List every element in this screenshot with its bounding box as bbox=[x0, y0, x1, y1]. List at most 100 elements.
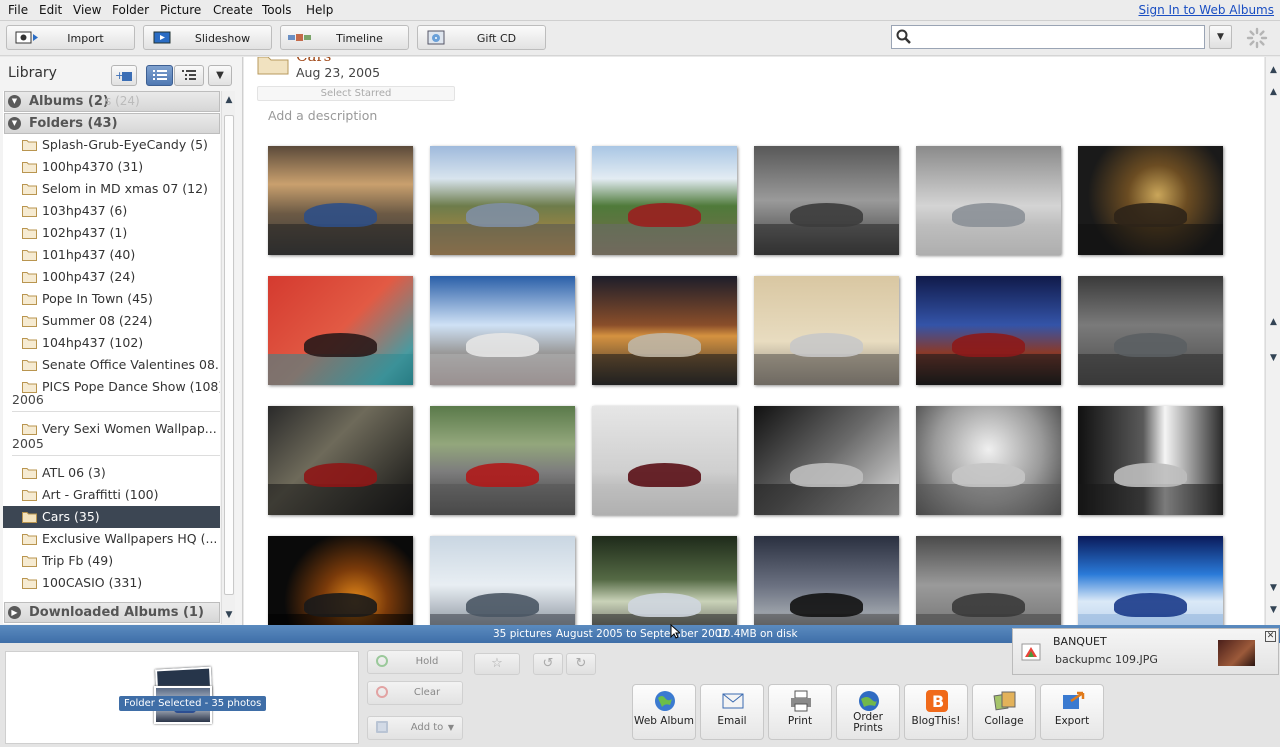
blogthis-button[interactable]: B BlogThis! bbox=[904, 684, 968, 740]
menu-help[interactable]: Help bbox=[306, 3, 333, 17]
scroll-up-icon[interactable]: ▲ bbox=[1268, 87, 1279, 97]
photo-thumbnail-hotrod[interactable] bbox=[592, 406, 737, 515]
photo-thumbnail-white-racer[interactable] bbox=[430, 276, 575, 385]
photo-thumbnail-aston-martin-sunset[interactable] bbox=[268, 146, 413, 255]
folder-row[interactable]: 102hp437 (1) bbox=[3, 222, 220, 244]
folder-title[interactable]: Cars bbox=[296, 57, 331, 65]
photo-thumbnail-le-mans-prototype[interactable] bbox=[430, 536, 575, 625]
add-to-button[interactable]: Add to ▼ bbox=[367, 716, 463, 740]
menu-file[interactable]: File bbox=[8, 3, 28, 17]
photo-thumbnail-red-car-motion[interactable] bbox=[592, 146, 737, 255]
menu-edit[interactable]: Edit bbox=[39, 3, 62, 17]
scroll-down-icon[interactable]: ▼ bbox=[1268, 583, 1279, 593]
timeline-button[interactable]: Timeline bbox=[280, 25, 409, 50]
import-button[interactable]: Import bbox=[6, 25, 135, 50]
thumbnail-car-shape bbox=[790, 462, 863, 487]
folder-row[interactable]: Exclusive Wallpapers HQ (... bbox=[3, 528, 220, 550]
photo-thumbnail-dusk-sportscar[interactable] bbox=[592, 276, 737, 385]
close-icon[interactable]: ✕ bbox=[1265, 631, 1276, 642]
folder-row[interactable]: Cars (35) bbox=[3, 506, 220, 528]
description-field[interactable]: Add a description bbox=[268, 108, 377, 123]
scroll-down-icon[interactable]: ▼ bbox=[224, 610, 234, 620]
search-input[interactable] bbox=[891, 25, 1205, 49]
collage-button[interactable]: Collage bbox=[972, 684, 1036, 740]
photo-thumbnail-bronco-concept[interactable] bbox=[754, 146, 899, 255]
folder-row[interactable]: 101hp437 (40) bbox=[3, 244, 220, 266]
folder-row[interactable]: Splash-Grub-EyeCandy (5) bbox=[3, 134, 220, 156]
menu-create[interactable]: Create bbox=[213, 3, 253, 17]
scroll-bottom-icon[interactable]: ▼ bbox=[1268, 605, 1279, 615]
folders-section-header[interactable]: ▼ Folders (43) bbox=[4, 113, 220, 134]
upload-notification[interactable]: BANQUET backupmc 109.JPG ✕ bbox=[1012, 628, 1279, 675]
folder-row[interactable]: 104hp437 (102) bbox=[3, 332, 220, 354]
photo-thumbnail-speedometer[interactable] bbox=[268, 536, 413, 625]
folder-row-label: Cars (35) bbox=[42, 509, 100, 524]
folder-row[interactable]: 100hp437 (24) bbox=[3, 266, 220, 288]
print-button[interactable]: Print bbox=[768, 684, 832, 740]
folder-date[interactable]: Aug 23, 2005 bbox=[296, 65, 380, 80]
web-album-button[interactable]: Web Album bbox=[632, 684, 696, 740]
new-album-button[interactable]: + bbox=[111, 65, 137, 86]
menu-folder[interactable]: Folder bbox=[112, 3, 149, 17]
photo-thumbnail-lincoln-towers[interactable] bbox=[916, 276, 1061, 385]
tree-view-button[interactable] bbox=[174, 65, 204, 86]
folder-row[interactable]: Art - Graffitti (100) bbox=[3, 484, 220, 506]
email-button[interactable]: Email bbox=[700, 684, 764, 740]
folder-row[interactable]: 100CASIO (331) bbox=[3, 572, 220, 594]
photo-thumbnail-car-interior[interactable] bbox=[1078, 146, 1223, 255]
photo-thumbnail-red-car-curve[interactable] bbox=[430, 406, 575, 515]
photo-thumbnail-red-sportscar-dark[interactable] bbox=[268, 406, 413, 515]
rotate-left-button[interactable]: ↺ bbox=[533, 653, 563, 675]
thumbnail-ground bbox=[592, 484, 737, 515]
photo-thumbnail-shelby-gt[interactable] bbox=[592, 536, 737, 625]
select-starred-button[interactable]: Select Starred bbox=[257, 86, 455, 101]
hold-button[interactable]: Hold bbox=[367, 650, 463, 674]
folder-row[interactable]: ATL 06 (3) bbox=[3, 462, 220, 484]
order-prints-button[interactable]: Order Prints bbox=[836, 684, 900, 740]
photo-thumbnail-blue-car-blur[interactable] bbox=[1078, 536, 1223, 625]
library-scrollbar[interactable]: ▲ ▼ bbox=[221, 91, 235, 624]
clear-button[interactable]: Clear bbox=[367, 681, 463, 705]
scroll-up-icon[interactable]: ▲ bbox=[224, 95, 234, 105]
photo-thumbnail-coupe-motion-blur[interactable] bbox=[916, 536, 1061, 625]
folder-row[interactable]: Senate Office Valentines 08... bbox=[3, 354, 220, 376]
print-label: Print bbox=[787, 715, 813, 727]
menu-picture[interactable]: Picture bbox=[160, 3, 201, 17]
page-up-icon[interactable]: ▲ bbox=[1268, 317, 1279, 327]
export-button[interactable]: Export bbox=[1040, 684, 1104, 740]
photo-thumbnail-building-car[interactable] bbox=[754, 276, 899, 385]
library-menu-button[interactable]: ▼ bbox=[208, 65, 232, 86]
folder-row-label: 102hp437 (1) bbox=[42, 225, 128, 240]
photo-thumbnail-audi-r8-rear[interactable] bbox=[1078, 406, 1223, 515]
downloaded-albums-header[interactable]: ▶ Downloaded Albums (1) bbox=[4, 602, 220, 623]
menu-view[interactable]: View bbox=[73, 3, 101, 17]
photo-thumbnail-falcon-taillight[interactable] bbox=[268, 276, 413, 385]
list-view-button[interactable] bbox=[146, 65, 173, 86]
content-scrollbar[interactable]: ▲ ▲ ▲ ▼ ▼ ▼ bbox=[1265, 57, 1280, 625]
photo-thumbnail-aston-martin-road[interactable] bbox=[430, 146, 575, 255]
scroll-top-icon[interactable]: ▲ bbox=[1268, 65, 1279, 75]
photo-thumbnail-black-aston[interactable] bbox=[754, 536, 899, 625]
folder-row[interactable]: 100hp4370 (31) bbox=[3, 156, 220, 178]
slideshow-button[interactable]: Slideshow bbox=[143, 25, 272, 50]
photo-thumbnail-bmw-concept[interactable] bbox=[916, 146, 1061, 255]
folder-row[interactable]: Summer 08 (224) bbox=[3, 310, 220, 332]
clear-label: Clear bbox=[413, 687, 441, 698]
folder-row[interactable]: Selom in MD xmas 07 (12) bbox=[3, 178, 220, 200]
tray-selection-box[interactable]: Folder Selected - 35 photos bbox=[5, 651, 359, 744]
folder-row[interactable]: Trip Fb (49) bbox=[3, 550, 220, 572]
sign-in-link[interactable]: Sign In to Web Albums bbox=[1139, 3, 1275, 17]
menu-tools[interactable]: Tools bbox=[262, 3, 292, 17]
photo-thumbnail-audi-r8-front[interactable] bbox=[916, 406, 1061, 515]
photo-thumbnail-grey-coupe[interactable] bbox=[1078, 276, 1223, 385]
folder-row[interactable]: Pope In Town (45) bbox=[3, 288, 220, 310]
albums-section-header[interactable]: ▼ Albums (2) s (24) bbox=[4, 91, 220, 112]
photo-thumbnail-audi-r8-tunnel[interactable] bbox=[754, 406, 899, 515]
gift-cd-button[interactable]: Gift CD bbox=[417, 25, 546, 50]
rotate-right-button[interactable]: ↻ bbox=[566, 653, 596, 675]
star-button[interactable]: ☆ bbox=[474, 653, 520, 675]
search-options-button[interactable]: ▼ bbox=[1209, 25, 1232, 49]
page-down-icon[interactable]: ▼ bbox=[1268, 353, 1279, 363]
scroll-thumb[interactable] bbox=[224, 115, 234, 595]
folder-row[interactable]: 103hp437 (6) bbox=[3, 200, 220, 222]
